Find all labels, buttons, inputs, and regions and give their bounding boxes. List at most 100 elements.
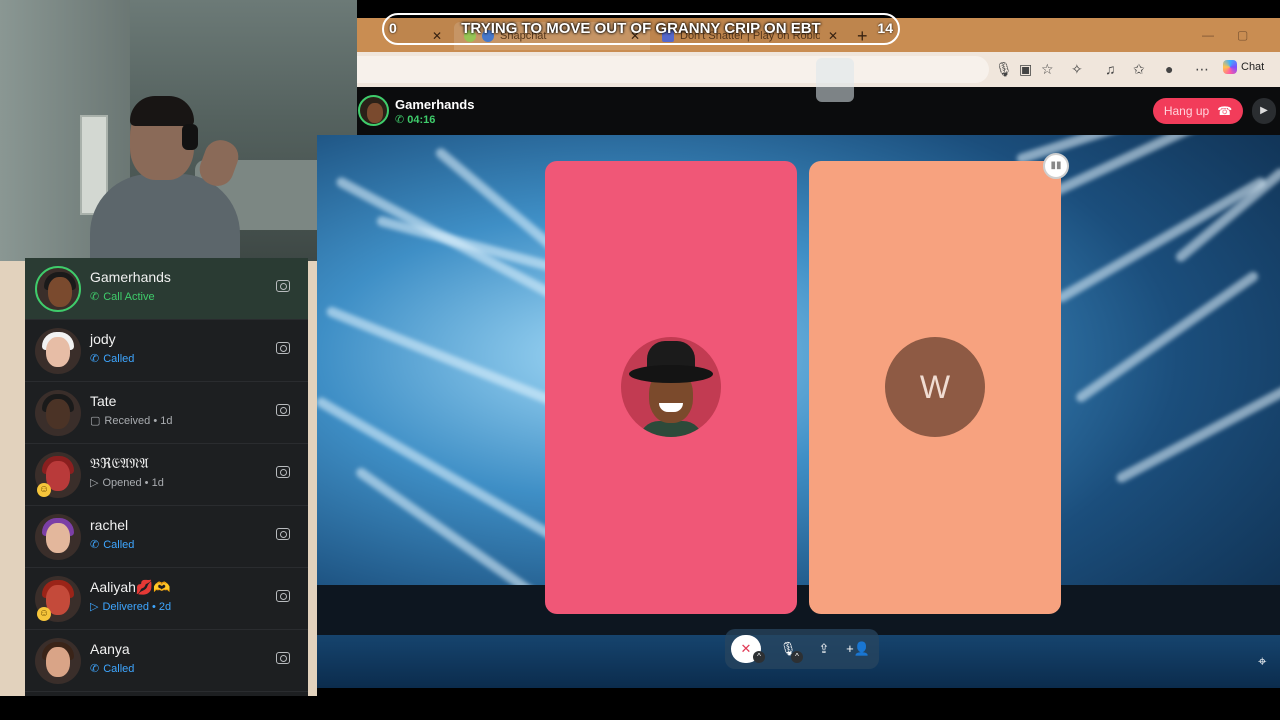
friend-name: Gamerhands <box>90 269 171 285</box>
friend-status: ✆ Called <box>90 352 135 366</box>
friend-row[interactable]: ☺ Aaliyah💋🫶 ▷ Delivered • 2d <box>25 568 308 630</box>
phone-hangup-icon: ☎ <box>1217 104 1233 118</box>
smiley-icon: ☺ <box>37 607 51 621</box>
hang-up-label: Hang up <box>1163 104 1210 118</box>
minimize-icon[interactable]: — <box>1202 28 1214 42</box>
stage-floor <box>317 585 1280 635</box>
phone-icon: ✆ <box>395 114 405 126</box>
favorites-icon[interactable]: ✩ <box>1133 61 1145 78</box>
stream-title: TRYING TO MOVE OUT OF GRANNY CRIP ON EBT <box>461 20 821 37</box>
extension-icon[interactable]: ✧ <box>1071 61 1083 78</box>
status-text: Delivered • 2d <box>102 600 172 613</box>
caller-avatar[interactable] <box>358 95 389 126</box>
camera-off-icon: ✕ <box>740 641 752 656</box>
streamer <box>90 96 243 261</box>
friend-row[interactable]: rachel ✆ Called <box>25 506 308 568</box>
stream-title-overlay: 0 TRYING TO MOVE OUT OF GRANNY CRIP ON E… <box>382 13 900 45</box>
friend-row[interactable]: Tate ▢ Received • 1d <box>25 382 308 444</box>
call-timer: ✆ 04:16 <box>395 113 436 127</box>
status-text: Received • 1d <box>104 414 173 427</box>
friend-status: ✆ Call Active <box>90 290 155 304</box>
avatar[interactable] <box>35 638 81 684</box>
friend-status: ▷ Opened • 1d <box>90 476 164 490</box>
friend-row[interactable]: Aanya ✆ Called <box>25 630 308 692</box>
camera-icon[interactable] <box>276 590 290 602</box>
chevron-up-icon[interactable]: ^ <box>753 651 765 663</box>
light-ray <box>354 465 541 601</box>
expand-button[interactable]: ▶ <box>1252 98 1276 124</box>
friend-name: jody <box>90 331 116 347</box>
share-screen-button[interactable]: ⇪ <box>809 635 839 663</box>
headset-icon <box>182 124 198 150</box>
avatar[interactable] <box>35 390 81 436</box>
music-icon[interactable]: ♫ <box>1105 61 1116 77</box>
bottom-bar <box>0 696 1280 720</box>
more-icon[interactable]: ⋯ <box>1195 61 1209 78</box>
url-input[interactable] <box>357 56 989 83</box>
profile-icon[interactable]: ● <box>1165 61 1173 77</box>
light-ray <box>334 175 569 307</box>
microphone-icon[interactable]: 🎙 <box>995 61 1013 78</box>
camera-icon[interactable] <box>276 466 290 478</box>
camera-icon[interactable] <box>276 404 290 416</box>
call-controls: ✕ ^ 🎙 ^ ⇪ +👤 <box>725 629 879 669</box>
participant-initial: W <box>885 337 985 437</box>
friend-name: Aanya <box>90 641 130 657</box>
status-text: Opened • 1d <box>102 476 164 489</box>
call-duration: 04:16 <box>407 113 436 126</box>
friend-status: ▷ Delivered • 2d <box>90 600 172 614</box>
friend-row[interactable]: Gamerhands ✆ Call Active <box>25 258 308 320</box>
light-ray <box>1074 269 1261 405</box>
phone-icon: ✆ <box>90 291 100 303</box>
add-participant-button[interactable]: +👤 <box>843 635 873 663</box>
light-ray <box>375 215 572 277</box>
arrow-icon: ▷ <box>90 477 99 489</box>
friend-status: ✆ Called <box>90 662 135 676</box>
chevron-up-icon[interactable]: ^ <box>791 651 803 663</box>
status-text: Call Active <box>103 290 155 303</box>
audio-level-icon: ▮▮ <box>1043 153 1069 179</box>
chat-label: Chat <box>1241 61 1265 73</box>
hang-up-button[interactable]: Hang up ☎ <box>1153 98 1243 124</box>
camera-icon[interactable] <box>276 280 290 292</box>
camera-icon[interactable] <box>276 342 290 354</box>
share-screen-icon: ⇪ <box>818 641 830 656</box>
phone-icon: ✆ <box>90 539 100 551</box>
status-text: Called <box>103 352 135 365</box>
arrow-icon: ▷ <box>90 601 99 613</box>
webcam-feed <box>0 0 357 261</box>
friend-list: Gamerhands ✆ Call Active jody ✆ Called Tate ▢ Re… <box>25 258 308 696</box>
cursor-icon[interactable]: ⌖ <box>1258 653 1278 675</box>
status-text: Called <box>103 662 135 675</box>
light-ray <box>1114 381 1280 485</box>
friend-name: rachel <box>90 517 129 533</box>
right-counter: 14 <box>877 20 893 36</box>
camera-icon[interactable] <box>276 652 290 664</box>
participant-tile-2[interactable]: W <box>809 161 1061 614</box>
avatar[interactable] <box>35 514 81 560</box>
friend-name: Tate <box>90 393 117 409</box>
bitmoji-avatar <box>621 337 721 437</box>
friend-row[interactable]: ☺ 𝔅ℜ𝔈𝔄𝔑𝔄 ▷ Opened • 1d <box>25 444 308 506</box>
avatar[interactable] <box>35 328 81 374</box>
call-stage: W ▮▮ ✕ ^ 🎙 ^ ⇪ +👤 ⌖ <box>317 135 1280 688</box>
participant-tile-1[interactable] <box>545 161 797 614</box>
phone-icon: ✆ <box>90 663 100 675</box>
chat-icon: ▢ <box>90 415 101 427</box>
copilot-icon <box>1223 60 1237 74</box>
maximize-icon[interactable]: ▢ <box>1237 28 1248 42</box>
status-text: Called <box>103 538 135 551</box>
avatar[interactable] <box>35 266 81 312</box>
friend-name: Aaliyah💋🫶 <box>90 579 171 595</box>
copilot-chat-button[interactable]: Chat <box>1223 60 1264 74</box>
add-user-icon: +👤 <box>846 641 870 656</box>
friend-status: ▢ Received • 1d <box>90 414 173 428</box>
friend-status: ✆ Called <box>90 538 135 552</box>
friend-name: 𝔅ℜ𝔈𝔄𝔑𝔄 <box>90 455 149 471</box>
caller-name[interactable]: Gamerhands <box>395 97 474 112</box>
app-icon[interactable]: ▣ <box>1019 61 1032 78</box>
star-icon[interactable]: ☆ <box>1041 61 1054 78</box>
overlay-widget-icon <box>816 58 854 102</box>
friend-row[interactable]: jody ✆ Called <box>25 320 308 382</box>
camera-icon[interactable] <box>276 528 290 540</box>
